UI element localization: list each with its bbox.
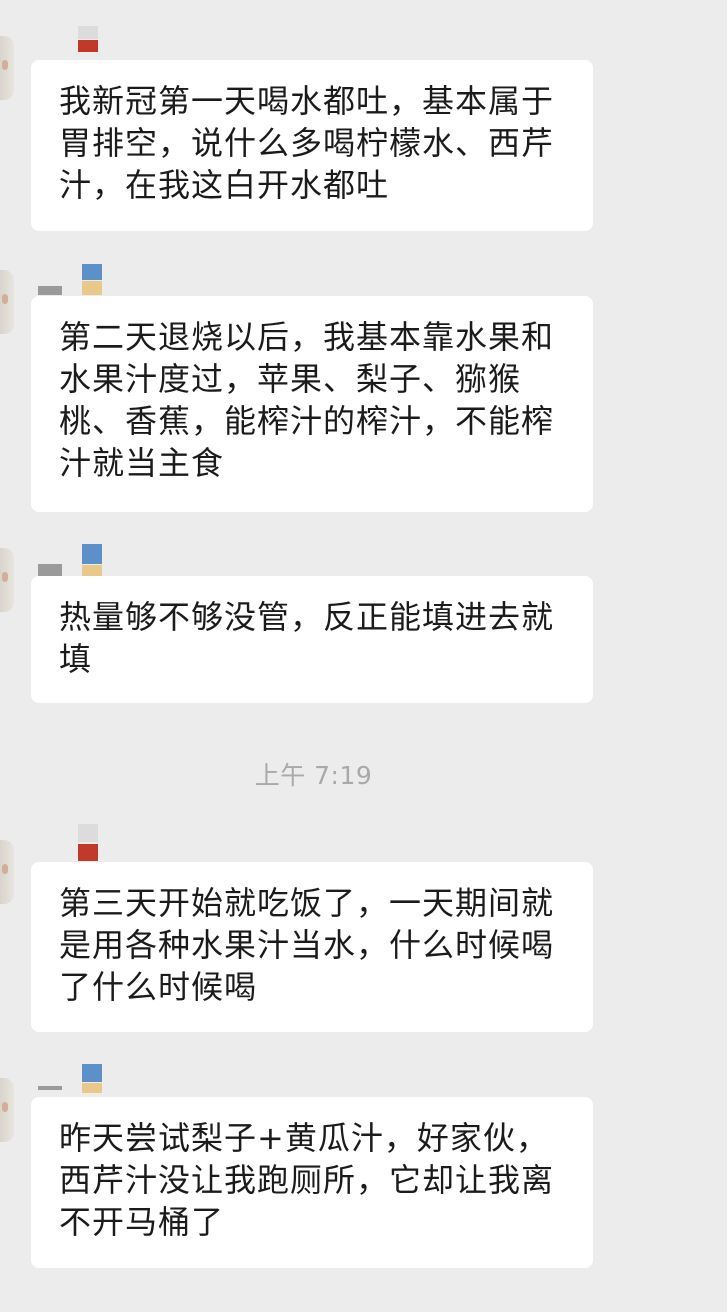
message-text: 昨天尝试梨子+黄瓜汁，好家伙，西芹汁没让我跑厕所，它却让我离不开马桶了 xyxy=(59,1119,555,1241)
message-text: 我新冠第一天喝水都吐，基本属于胃排空，说什么多喝柠檬水、西芹汁，在我这白开水都吐 xyxy=(59,82,555,204)
sender-name-redacted xyxy=(38,262,102,295)
sender-name-redacted xyxy=(78,26,102,56)
sender-name-redacted xyxy=(38,544,102,582)
message-bubble[interactable]: 第三天开始就吃饭了，一天期间就是用各种水果汁当水，什么时候喝了什么时候喝 xyxy=(31,862,593,1032)
avatar[interactable] xyxy=(0,1078,14,1142)
avatar[interactable] xyxy=(0,36,14,100)
message-bubble[interactable]: 我新冠第一天喝水都吐，基本属于胃排空，说什么多喝柠檬水、西芹汁，在我这白开水都吐 xyxy=(31,60,593,231)
timestamp: 上午 7:19 xyxy=(254,761,373,790)
message-bubble[interactable]: 昨天尝试梨子+黄瓜汁，好家伙，西芹汁没让我跑厕所，它却让我离不开马桶了 xyxy=(31,1097,593,1268)
sender-name-redacted xyxy=(38,1062,102,1093)
sender-name-redacted xyxy=(78,824,102,861)
message-text: 第二天退烧以后，我基本靠水果和水果汁度过，苹果、梨子、猕猴桃、香蕉，能榨汁的榨汁… xyxy=(59,318,555,482)
message-bubble[interactable]: 热量够不够没管，反正能填进去就填 xyxy=(31,576,593,703)
avatar[interactable] xyxy=(0,840,14,904)
avatar[interactable] xyxy=(0,270,14,334)
avatar[interactable] xyxy=(0,548,14,612)
message-bubble[interactable]: 第二天退烧以后，我基本靠水果和水果汁度过，苹果、梨子、猕猴桃、香蕉，能榨汁的榨汁… xyxy=(31,296,593,512)
message-text: 第三天开始就吃饭了，一天期间就是用各种水果汁当水，什么时候喝了什么时候喝 xyxy=(59,884,555,1006)
message-text: 热量够不够没管，反正能填进去就填 xyxy=(59,598,555,678)
